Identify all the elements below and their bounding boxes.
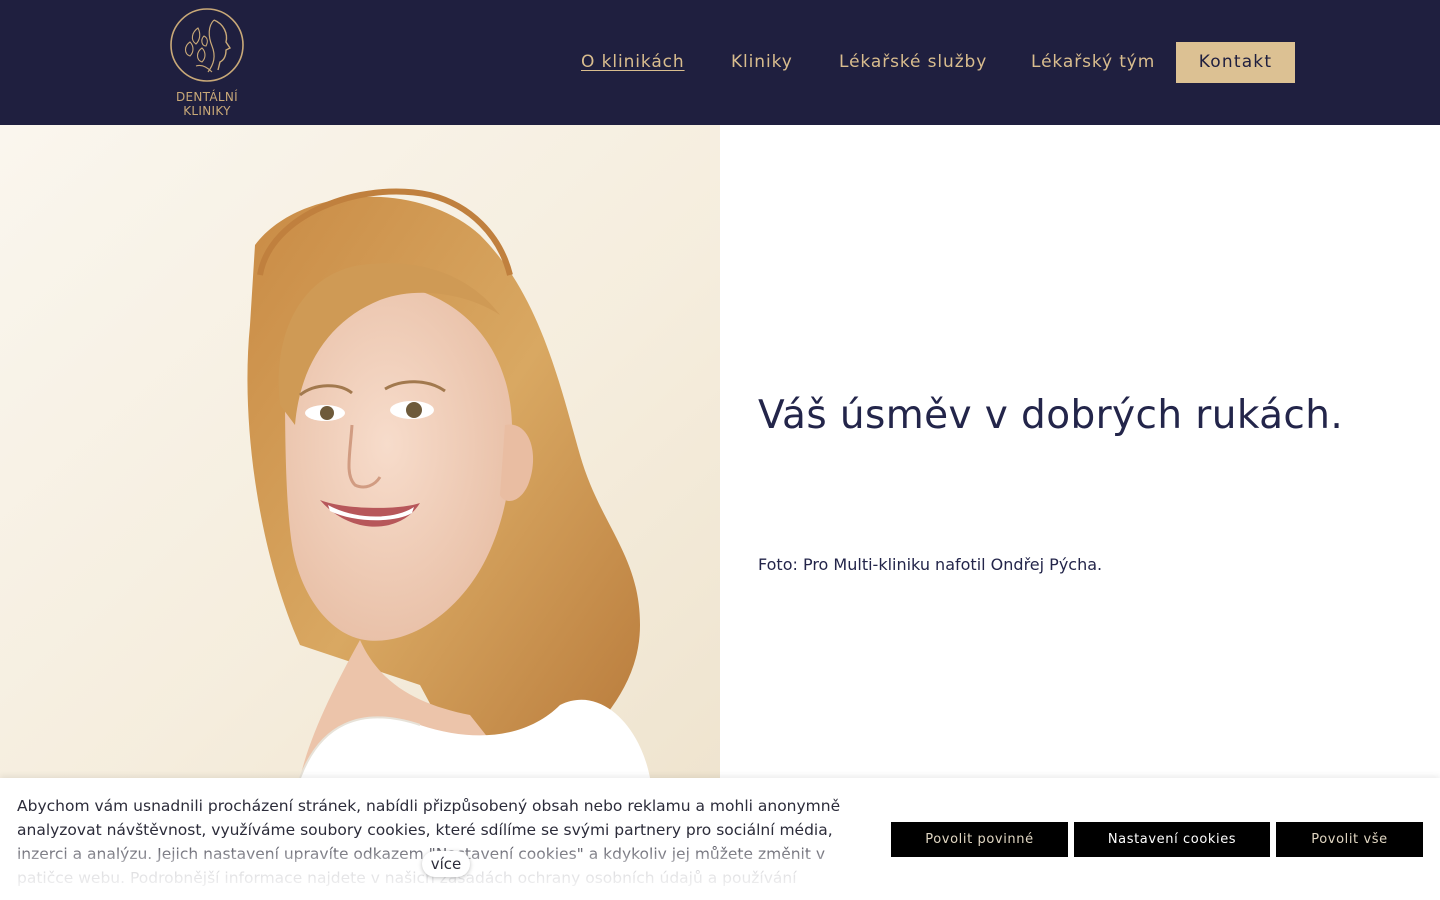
brand-logo[interactable]: DENTÁLNÍ KLINIKY bbox=[166, 6, 248, 122]
logo-wordmark: DENTÁLNÍ KLINIKY bbox=[166, 90, 248, 118]
nav-item-lekarske-sluzby[interactable]: Lékařské služby bbox=[839, 42, 987, 83]
cookie-settings-button[interactable]: Nastavení cookies bbox=[1074, 822, 1270, 857]
cookie-more-button[interactable]: více bbox=[422, 851, 470, 877]
nav-item-kliniky[interactable]: Kliniky bbox=[731, 42, 793, 83]
nav-item-o-klinikach[interactable]: O klinikách bbox=[581, 42, 685, 83]
allow-all-cookies-button[interactable]: Povolit vše bbox=[1276, 822, 1423, 857]
photo-credit: Foto: Pro Multi-kliniku nafotil Ondřej P… bbox=[758, 555, 1103, 574]
face-leaf-logo-icon bbox=[170, 8, 244, 82]
hero-portrait-image bbox=[0, 125, 720, 778]
site-header: DENTÁLNÍ KLINIKY O klinikách Kliniky Lék… bbox=[0, 0, 1440, 125]
cookie-consent-bar: Abychom vám usnadnili procházení stránek… bbox=[0, 778, 1440, 900]
contact-button[interactable]: Kontakt bbox=[1176, 42, 1295, 83]
nav-item-lekarsky-tym[interactable]: Lékařský tým bbox=[1031, 42, 1155, 83]
logo-line-2: KLINIKY bbox=[183, 104, 231, 118]
hero-title: Váš úsměv v dobrých rukách. bbox=[758, 393, 1344, 438]
logo-line-1: DENTÁLNÍ bbox=[175, 90, 238, 104]
allow-required-cookies-button[interactable]: Povolit povinné bbox=[891, 822, 1068, 857]
